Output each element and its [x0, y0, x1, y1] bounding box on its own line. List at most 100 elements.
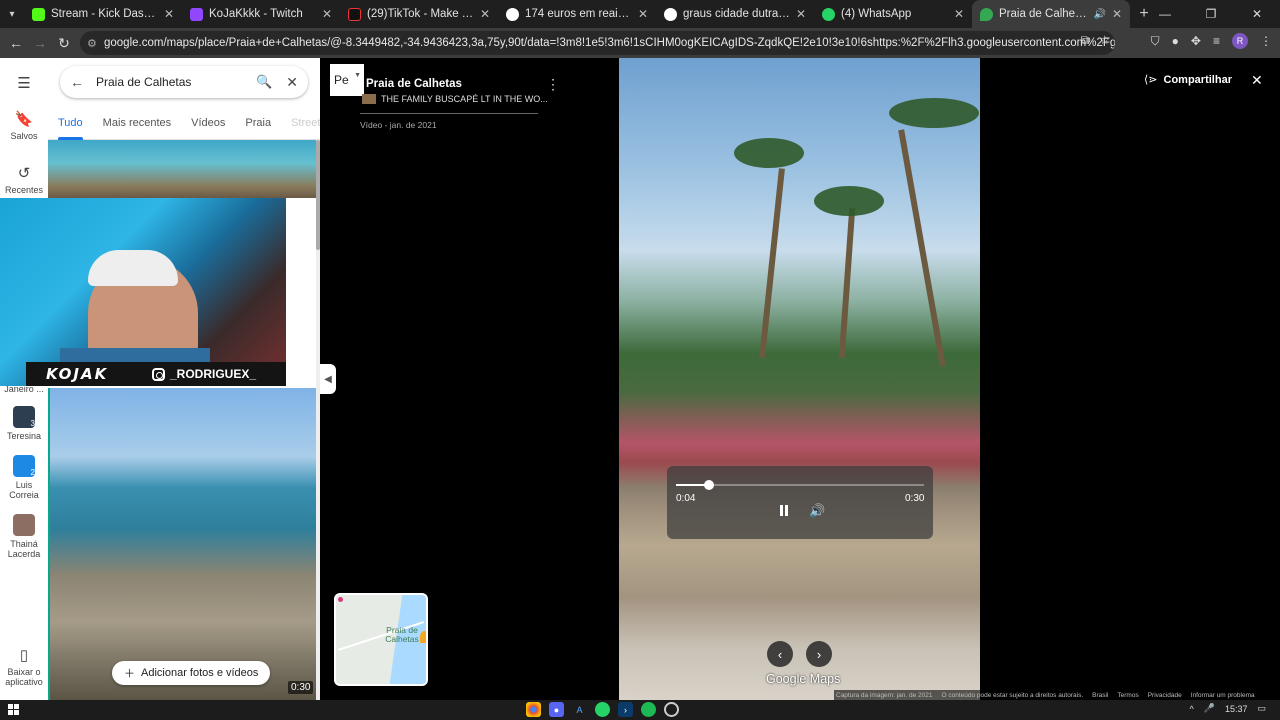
- chrome-icon[interactable]: [526, 702, 541, 717]
- palm-fronds: [734, 138, 804, 168]
- collapse-panel-button[interactable]: ◀: [320, 364, 336, 394]
- speaker-icon[interactable]: 🔊: [1093, 9, 1105, 20]
- clock[interactable]: 15:37: [1225, 704, 1248, 714]
- puzzle-extensions-icon[interactable]: ✥: [1191, 34, 1201, 48]
- add-photos-label: Adicionar fotos e vídeos: [141, 667, 259, 679]
- whatsapp-icon[interactable]: [595, 702, 610, 717]
- clear-search-icon[interactable]: ✕: [286, 74, 298, 91]
- notifications-icon[interactable]: ▭: [1257, 703, 1266, 714]
- close-tab-icon[interactable]: ✕: [1112, 7, 1122, 21]
- browser-tabbar: ▾ Stream - Kick Dashboard ✕ KoJaKkkk - Tw…: [0, 0, 1280, 28]
- close-tab-icon[interactable]: ✕: [796, 7, 806, 21]
- url-field[interactable]: ⚙ google.com/maps/place/Praia+de+Calheta…: [80, 31, 1115, 55]
- obs-icon[interactable]: [664, 702, 679, 717]
- tab-google-search-euros[interactable]: 174 euros em reais - Pesquisa G ✕: [498, 0, 656, 28]
- video-frame[interactable]: [619, 58, 980, 700]
- video-controls: [667, 466, 933, 539]
- rail-item-download-app[interactable]: ▯ Baixar o aplicativo: [0, 646, 48, 687]
- tray-chevron-icon[interactable]: ^: [1190, 704, 1194, 714]
- footer-report-link[interactable]: Informar um problema: [1191, 692, 1255, 699]
- gallery-photo[interactable]: [48, 140, 316, 198]
- share-button[interactable]: ⟨⋗ Compartilhar: [1144, 73, 1232, 87]
- discord-icon[interactable]: ●: [549, 702, 564, 717]
- circle-extension-icon[interactable]: ●: [1172, 34, 1179, 48]
- windows-start-icon[interactable]: [8, 704, 19, 715]
- maximize-icon[interactable]: ❐: [1188, 0, 1234, 28]
- tab-all[interactable]: Tudo: [48, 114, 93, 140]
- filter-value: Pe: [334, 73, 349, 87]
- close-icon[interactable]: ✕: [1251, 72, 1263, 89]
- tab-twitch[interactable]: KoJaKkkk - Twitch ✕: [182, 0, 340, 28]
- menu-kebab-icon[interactable]: ⋮: [1260, 34, 1272, 48]
- add-photos-button[interactable]: ＋ Adicionar fotos e vídeos: [112, 661, 271, 685]
- bookmark-star-icon[interactable]: ☆: [1099, 33, 1110, 48]
- shield-extension-icon[interactable]: ⛉: [1151, 34, 1160, 49]
- microphone-icon[interactable]: 🎤: [1204, 703, 1215, 714]
- reload-icon[interactable]: ↻: [52, 35, 76, 52]
- rail-item-luis-correia[interactable]: 2 Luis Correia: [0, 455, 48, 500]
- minimize-icon[interactable]: —: [1142, 0, 1188, 28]
- close-tab-icon[interactable]: ✕: [638, 7, 648, 21]
- app-a-icon[interactable]: A: [572, 702, 587, 717]
- capture-date: Captura da imagem: jan. de 2021: [836, 691, 933, 699]
- tiktok-favicon-icon: [348, 7, 361, 21]
- install-app-icon[interactable]: ⧉: [1081, 33, 1090, 48]
- viewer-filter-select[interactable]: Pe ▼: [330, 64, 364, 96]
- search-input[interactable]: Praia de Calhetas: [96, 75, 256, 89]
- plus-icon: ＋: [124, 668, 135, 680]
- video-author[interactable]: THE FAMILY BUSCAPÉ LT IN THE WO...: [362, 94, 548, 104]
- seek-handle[interactable]: [704, 480, 714, 490]
- close-tab-icon[interactable]: ✕: [954, 7, 964, 21]
- place-thumbnail: 3: [13, 406, 35, 428]
- tab-videos[interactable]: Vídeos: [181, 114, 235, 139]
- tab-kick[interactable]: Stream - Kick Dashboard ✕: [24, 0, 182, 28]
- site-info-icon[interactable]: ⚙: [87, 37, 97, 50]
- media-filter-tabs: Tudo Mais recentes Vídeos Praia Street V: [48, 114, 320, 140]
- rail-item-thaina[interactable]: Thainá Lacerda: [0, 514, 48, 559]
- media-control-icon[interactable]: ≡: [1213, 34, 1220, 48]
- handle-text: _RODRIGUEX_: [170, 367, 257, 381]
- rail-item-saved[interactable]: 🔖 Salvos: [0, 110, 48, 141]
- next-arrow-icon[interactable]: ›: [806, 641, 832, 667]
- tab-recent[interactable]: Mais recentes: [93, 114, 181, 139]
- tab-tiktok[interactable]: (29)TikTok - Make Your Day ✕: [340, 0, 498, 28]
- palm-trunk: [838, 207, 856, 359]
- forward-arrow-icon[interactable]: →: [28, 35, 52, 51]
- back-arrow-icon[interactable]: ←: [70, 74, 96, 90]
- pegman-icon[interactable]: [420, 631, 426, 643]
- place-thumbnail: 2: [13, 455, 35, 477]
- footer-terms-link[interactable]: Termos: [1117, 692, 1138, 699]
- previous-arrow-icon[interactable]: ‹: [767, 641, 793, 667]
- tab-search-button[interactable]: ▾: [0, 0, 24, 28]
- profile-avatar[interactable]: R: [1232, 33, 1248, 49]
- tab-google-maps[interactable]: Praia de Calhetas - Google 🔊 ✕: [972, 0, 1130, 28]
- volume-icon[interactable]: 🔊: [809, 503, 825, 519]
- rail-item-recent[interactable]: ↺ Recentes: [0, 164, 48, 195]
- more-options-icon[interactable]: ⋮: [546, 76, 560, 93]
- divider: [360, 113, 538, 114]
- menu-button[interactable]: ☰: [0, 74, 48, 95]
- minimap[interactable]: Praia de Calhetas: [334, 593, 428, 686]
- gallery-photo[interactable]: [48, 388, 316, 700]
- spotify-icon[interactable]: [641, 702, 656, 717]
- kick-favicon-icon: [32, 7, 45, 21]
- search-icon[interactable]: 🔍: [256, 74, 272, 90]
- search-box[interactable]: ← Praia de Calhetas 🔍 ✕: [60, 66, 308, 98]
- hamburger-icon: ☰: [17, 75, 31, 92]
- tab-beach[interactable]: Praia: [235, 114, 281, 139]
- close-tab-icon[interactable]: ✕: [322, 7, 332, 21]
- close-tab-icon[interactable]: ✕: [164, 7, 174, 21]
- footer-country[interactable]: Brasil: [1092, 692, 1108, 699]
- footer-privacy-link[interactable]: Privacidade: [1148, 692, 1182, 699]
- back-arrow-icon[interactable]: ←: [4, 35, 28, 51]
- tab-street-view[interactable]: Street V: [281, 114, 320, 139]
- rail-item-teresina[interactable]: 3 Teresina: [0, 406, 48, 441]
- tab-whatsapp[interactable]: (4) WhatsApp ✕: [814, 0, 972, 28]
- close-window-icon[interactable]: ✕: [1234, 0, 1280, 28]
- pause-icon[interactable]: [778, 505, 790, 517]
- terminal-icon[interactable]: ›: [618, 702, 633, 717]
- close-tab-icon[interactable]: ✕: [480, 7, 490, 21]
- palm-trunk: [898, 129, 946, 367]
- dropdown-caret-icon: ▼: [354, 72, 361, 79]
- tab-google-search-graus[interactable]: graus cidade dutra - Pesquisa G ✕: [656, 0, 814, 28]
